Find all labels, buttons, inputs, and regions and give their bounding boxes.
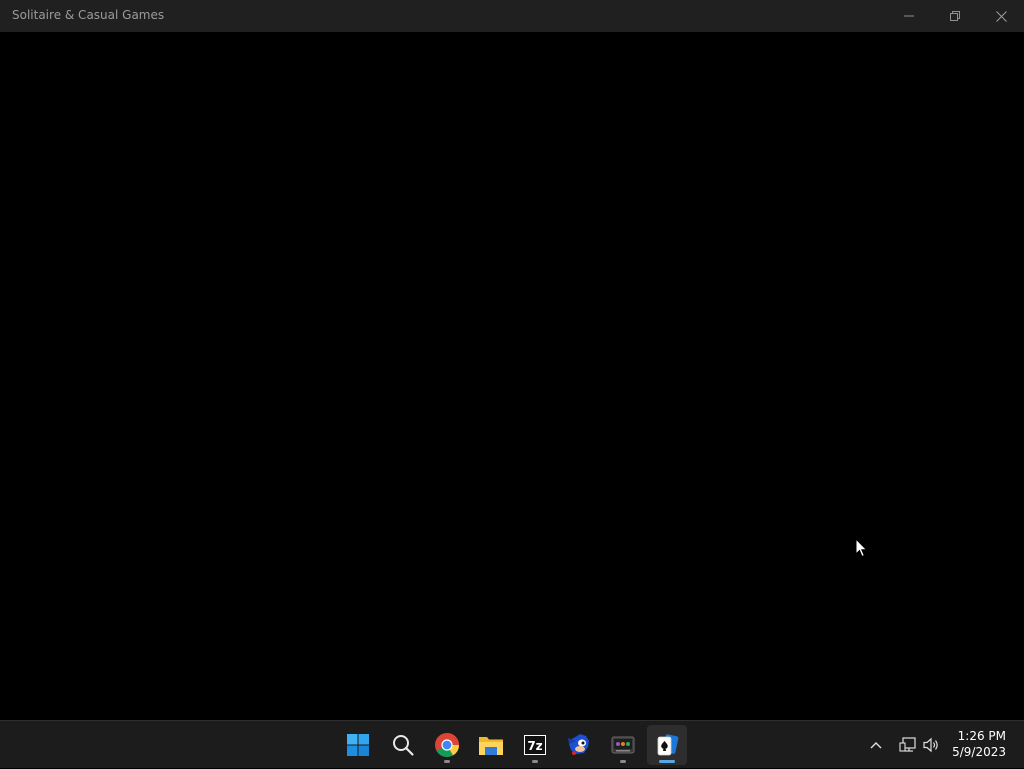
- running-indicator: [444, 760, 450, 763]
- close-button[interactable]: [978, 0, 1024, 32]
- clock[interactable]: 1:26 PM 5/9/2023: [936, 728, 1006, 760]
- media-player-icon: [611, 736, 635, 754]
- app-content-area[interactable]: [0, 32, 1024, 720]
- restore-button[interactable]: [932, 0, 978, 32]
- show-hidden-icons-button[interactable]: [864, 721, 888, 769]
- title-bar[interactable]: Solitaire & Casual Games: [0, 0, 1024, 32]
- active-indicator: [659, 760, 675, 763]
- taskbar-app-chrome[interactable]: [427, 725, 467, 765]
- restore-icon: [950, 11, 960, 21]
- network-icon: [899, 737, 916, 752]
- chevron-up-icon: [870, 742, 882, 749]
- close-icon: [995, 10, 1007, 22]
- taskbar-app-solitaire[interactable]: [647, 725, 687, 765]
- taskbar: 7z 1:26 PM 5/9/2023: [0, 720, 1024, 768]
- solitaire-icon: [657, 734, 679, 756]
- search-button[interactable]: [383, 725, 423, 765]
- 7zip-icon: 7z: [524, 735, 546, 755]
- network-button[interactable]: [896, 721, 920, 769]
- taskbar-app-sonic-game[interactable]: [559, 725, 599, 765]
- taskbar-app-file-explorer[interactable]: [471, 725, 511, 765]
- minimize-icon: [904, 15, 914, 17]
- clock-time: 1:26 PM: [957, 729, 1006, 743]
- running-indicator: [532, 760, 538, 763]
- minimize-button[interactable]: [886, 0, 932, 32]
- mouse-cursor-icon: [855, 538, 868, 558]
- search-icon: [393, 735, 414, 756]
- taskbar-app-7zip[interactable]: 7z: [515, 725, 555, 765]
- running-indicator: [620, 760, 626, 763]
- taskbar-app-media[interactable]: [603, 725, 643, 765]
- clock-date: 5/9/2023: [952, 745, 1006, 759]
- windows-start-icon: [347, 734, 369, 756]
- folder-icon: [479, 737, 503, 755]
- chrome-icon: [435, 733, 459, 758]
- window-title: Solitaire & Casual Games: [12, 8, 165, 22]
- 7zip-label: 7z: [527, 739, 542, 753]
- start-button[interactable]: [338, 725, 378, 765]
- sonic-icon: [568, 734, 589, 755]
